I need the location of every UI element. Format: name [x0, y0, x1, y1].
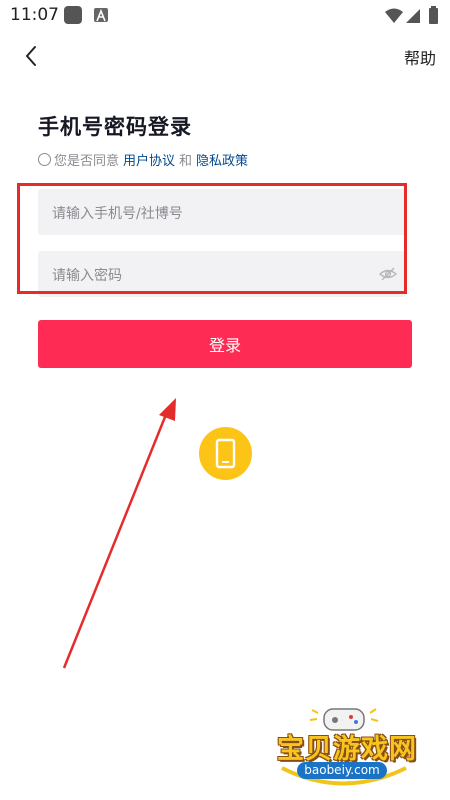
watermark-url: baobeiy.com — [297, 762, 387, 779]
gamepad-logo-icon — [281, 708, 407, 786]
watermark-text: 宝贝游戏网 — [277, 734, 417, 765]
